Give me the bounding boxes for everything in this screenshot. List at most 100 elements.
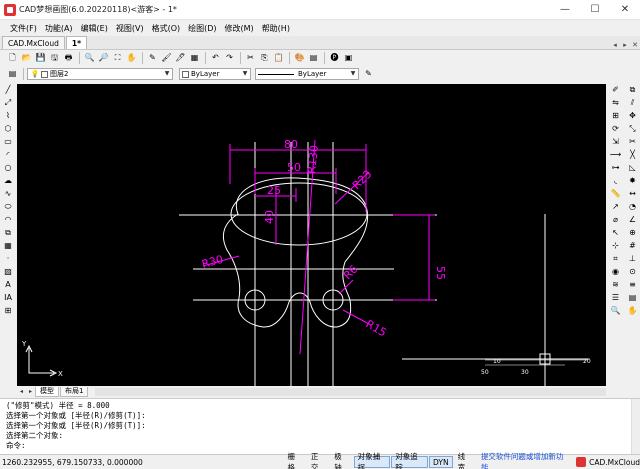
leader-icon[interactable]: ↖ xyxy=(608,227,623,239)
copy-icon[interactable]: ⎘ xyxy=(258,52,271,65)
hatch-icon[interactable]: ▨ xyxy=(2,266,15,278)
doc-tab-drawing-1[interactable]: 1* xyxy=(65,36,87,49)
block-icon[interactable]: ▦ xyxy=(188,52,201,65)
chamfer-icon[interactable]: ◺ xyxy=(625,162,640,174)
minimize-button[interactable]: — xyxy=(550,0,580,20)
feedback-link[interactable]: 提交软件问题或增加新功能 xyxy=(477,452,571,469)
brand-badge[interactable]: CAD.MxCloud xyxy=(576,457,640,467)
arc-icon[interactable]: ◜ xyxy=(2,149,15,161)
zoom-window-icon[interactable]: 🔎 xyxy=(97,52,110,65)
join-icon[interactable]: ⊶ xyxy=(608,162,623,174)
maximize-button[interactable]: ☐ xyxy=(580,0,610,20)
circle-icon[interactable]: ○ xyxy=(2,162,15,174)
image-icon[interactable]: ▣ xyxy=(342,52,355,65)
color-select[interactable]: ByLayer ▼ xyxy=(179,68,251,80)
pan-icon[interactable]: ✋ xyxy=(125,52,138,65)
properties-icon[interactable]: ☰ xyxy=(608,292,623,304)
drawing-canvas[interactable]: 80 50 25 40 55 R130 R23 R30 R6 R15 10 30… xyxy=(17,84,606,386)
center-mark-icon[interactable]: ⊹ xyxy=(608,240,623,252)
cut-icon[interactable]: ✂ xyxy=(244,52,257,65)
new-file-icon[interactable]: 🗋 xyxy=(6,52,19,65)
doc-tab-mxcloud[interactable]: CAD.MxCloud xyxy=(2,36,65,49)
horizontal-scrollbar[interactable] xyxy=(95,387,606,396)
open-folder-icon[interactable]: 📂 xyxy=(20,52,33,65)
insert-block-icon[interactable]: ⧉ xyxy=(2,227,15,239)
layout-prev-icon[interactable]: ◂ xyxy=(17,388,26,395)
rectangle-icon[interactable]: ▭ xyxy=(2,136,15,148)
tab-scroll-right-icon[interactable]: ▸ xyxy=(620,41,630,49)
layer-manager-icon[interactable]: ▤ xyxy=(6,68,19,81)
lineweight-icon[interactable]: ✎ xyxy=(362,68,375,81)
layer-select[interactable]: 💡 图层2 ▼ xyxy=(27,68,173,80)
pencil-icon[interactable]: ✎ xyxy=(146,52,159,65)
otrack-icon[interactable]: ≋ xyxy=(608,279,623,291)
point-icon[interactable]: · xyxy=(2,253,15,265)
tab-layout-1[interactable]: 布局1 xyxy=(60,386,89,397)
toggle-dyn[interactable]: DYN xyxy=(429,456,453,468)
layer-manager-icon[interactable]: ▤ xyxy=(307,52,320,65)
brush-icon[interactable]: 🖌 xyxy=(160,52,173,65)
command-input[interactable] xyxy=(26,441,640,451)
explode-icon[interactable]: ✸ xyxy=(625,175,640,187)
toggle-lineweight[interactable]: 线宽 xyxy=(454,452,476,469)
ellipse-icon[interactable]: ⬭ xyxy=(2,201,15,213)
lineweight-icon[interactable]: ≡ xyxy=(625,279,640,291)
mirror-icon[interactable]: ⇋ xyxy=(608,97,623,109)
tab-scroll-left-icon[interactable]: ◂ xyxy=(610,41,620,49)
layer-icon[interactable]: ▤ xyxy=(625,292,640,304)
rotate-icon[interactable]: ⟳ xyxy=(608,123,623,135)
polygon-icon[interactable]: ⬡ xyxy=(2,123,15,135)
text-icon[interactable]: A xyxy=(2,279,15,291)
table-icon[interactable]: ⊞ xyxy=(2,305,15,317)
linetype-select[interactable]: ByLayer ▼ xyxy=(255,68,359,80)
zoom-icon[interactable]: 🔍 xyxy=(608,305,623,317)
polyline-icon[interactable]: ⌇ xyxy=(2,110,15,122)
print-icon[interactable]: 🖶 xyxy=(62,52,75,65)
menu-format[interactable]: 格式(O) xyxy=(148,23,185,34)
trim-icon[interactable]: ✂ xyxy=(625,136,640,148)
match-properties-icon[interactable]: 🖊 xyxy=(174,52,187,65)
undo-icon[interactable]: ↶ xyxy=(209,52,222,65)
menu-modify[interactable]: 修改(M) xyxy=(221,23,258,34)
toggle-polar[interactable]: 极轴 xyxy=(330,452,352,469)
menu-draw[interactable]: 绘图(D) xyxy=(184,23,220,34)
save-icon[interactable]: 💾 xyxy=(34,52,47,65)
menu-view[interactable]: 视图(V) xyxy=(112,23,148,34)
erase-icon[interactable]: ✐ xyxy=(608,84,623,96)
tolerance-icon[interactable]: ⊕ xyxy=(625,227,640,239)
tab-model[interactable]: 模型 xyxy=(35,386,59,397)
tab-close-icon[interactable]: ✕ xyxy=(630,41,640,49)
zoom-in-icon[interactable]: 🔍 xyxy=(83,52,96,65)
close-button[interactable]: ✕ xyxy=(610,0,640,20)
move-icon[interactable]: ✥ xyxy=(625,110,640,122)
make-block-icon[interactable]: ▦ xyxy=(2,240,15,252)
mtext-icon[interactable]: IA xyxy=(2,292,15,304)
zoom-extents-icon[interactable]: ⛶ xyxy=(111,52,124,65)
snap-icon[interactable]: ⌗ xyxy=(608,253,623,265)
menu-edit[interactable]: 编辑(E) xyxy=(77,23,112,34)
array-icon[interactable]: ⊞ xyxy=(608,110,623,122)
spline-icon[interactable]: ∿ xyxy=(2,188,15,200)
measure-icon[interactable]: 📏 xyxy=(608,188,623,200)
offset-icon[interactable]: ⫽ xyxy=(625,97,640,109)
paste-icon[interactable]: 📋 xyxy=(272,52,285,65)
scale-icon[interactable]: ⤡ xyxy=(625,123,640,135)
polar-icon[interactable]: ◉ xyxy=(608,266,623,278)
dimension-diameter-icon[interactable]: ⌀ xyxy=(608,214,623,226)
menu-help[interactable]: 帮助(H) xyxy=(258,23,294,34)
pan-view-icon[interactable]: ✋ xyxy=(625,305,640,317)
pdf-icon[interactable]: 🅟 xyxy=(328,52,341,65)
dimension-radius-icon[interactable]: ◔ xyxy=(625,201,640,213)
ray-icon[interactable]: ⤢ xyxy=(2,97,15,109)
dimension-aligned-icon[interactable]: ↗ xyxy=(608,201,623,213)
menu-function[interactable]: 功能(A) xyxy=(41,23,77,34)
toggle-grid[interactable]: 栅格 xyxy=(284,452,306,469)
grid-icon[interactable]: # xyxy=(625,240,640,252)
palette-icon[interactable]: 🎨 xyxy=(293,52,306,65)
dimension-linear-icon[interactable]: ↔ xyxy=(625,188,640,200)
save-as-icon[interactable]: 🖫 xyxy=(48,52,61,65)
dimension-angle-icon[interactable]: ∠ xyxy=(625,214,640,226)
menu-file[interactable]: 文件(F) xyxy=(6,23,41,34)
toggle-ortho[interactable]: 正交 xyxy=(307,452,329,469)
redo-icon[interactable]: ↷ xyxy=(223,52,236,65)
